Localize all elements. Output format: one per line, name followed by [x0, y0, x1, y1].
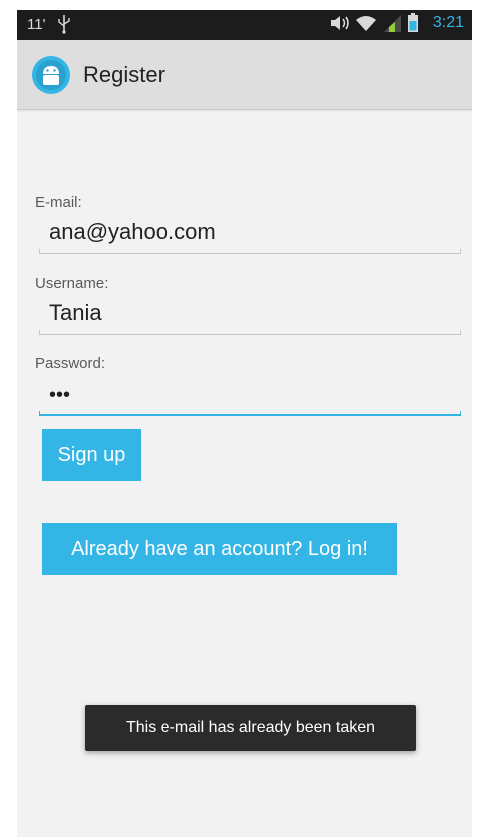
battery-icon — [407, 13, 427, 33]
status-left: 11' — [27, 14, 77, 34]
notification-count: 11' — [27, 15, 46, 33]
status-time: 3:21 — [432, 14, 464, 31]
wifi-icon — [355, 13, 376, 33]
error-toast: This e-mail has already been taken — [85, 705, 416, 751]
password-value: ••• — [49, 384, 71, 406]
password-label: Password: — [35, 355, 106, 372]
email-underline — [39, 249, 461, 254]
password-field[interactable]: ••• — [39, 376, 461, 416]
phone-screen: 11' 3:21 Register E-mail: ana@yahoo.com … — [17, 10, 472, 837]
status-bar: 11' 3:21 — [17, 10, 472, 40]
status-right: 3:21 — [329, 13, 464, 33]
usb-icon — [57, 14, 77, 34]
page-title: Register — [83, 62, 165, 87]
username-value: Tania — [49, 300, 102, 325]
register-form: E-mail: ana@yahoo.com Username: Tania Pa… — [17, 109, 472, 729]
signal-icon — [381, 13, 401, 33]
login-link-button[interactable]: Already have an account? Log in! — [42, 523, 397, 575]
password-underline — [39, 411, 461, 416]
sign-up-button[interactable]: Sign up — [42, 429, 141, 481]
username-field[interactable]: Tania — [39, 295, 461, 335]
email-label: E-mail: — [35, 194, 82, 211]
android-app-icon[interactable] — [31, 55, 71, 95]
username-label: Username: — [35, 275, 109, 292]
email-value: ana@yahoo.com — [49, 219, 216, 244]
volume-icon — [329, 13, 349, 33]
action-bar: Register — [17, 40, 472, 110]
email-field[interactable]: ana@yahoo.com — [39, 214, 461, 254]
username-underline — [39, 330, 461, 335]
